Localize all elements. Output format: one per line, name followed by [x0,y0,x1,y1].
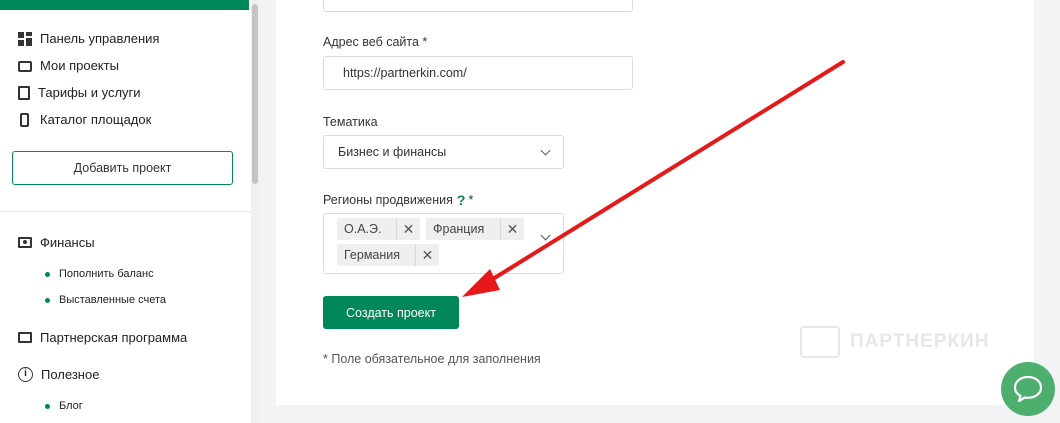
theme-select[interactable]: Бизнес и финансы [323,135,564,169]
money-icon [18,237,32,248]
sidebar-top-bar [0,0,249,10]
regions-label: Регионы продвижения ? * [323,192,473,208]
help-question-icon[interactable]: ? [457,192,466,208]
previous-field-input[interactable] [323,0,633,12]
sidebar-subitem-label: Пополнить баланс [59,268,154,280]
sidebar-subitem-invoices[interactable]: Выставленные счета [45,294,166,306]
sidebar-item-label: Каталог площадок [40,112,152,127]
remove-tag-icon[interactable]: ✕ [500,218,524,240]
chat-bubble-icon [1013,375,1043,403]
theme-select-value: Бизнес и финансы [338,145,447,159]
sidebar-subitem-label: Выставленные счета [59,294,167,306]
sidebar-item-partner[interactable]: Партнерская программа [18,330,187,345]
sidebar-item-dashboard[interactable]: Панель управления [18,31,159,46]
website-label: Адрес веб сайта * [323,35,428,49]
partner-icon [18,332,32,343]
website-input[interactable]: https://partnerkin.com/ [323,56,633,90]
sidebar-item-label: Партнерская программа [40,330,188,345]
info-icon: i [18,367,33,382]
sidebar-scrollbar-thumb[interactable] [252,4,258,184]
sidebar-item-tariffs[interactable]: Тарифы и услуги [18,85,141,100]
region-tag: О.А.Э. ✕ [337,218,420,240]
sidebar-item-label: Панель управления [40,31,160,46]
document-icon [18,85,30,100]
required-note: * Поле обязательное для заполнения [323,352,541,366]
watermark: ПАРТНЕРКИН [800,326,989,358]
sidebar-subitem-label: Блог [59,400,83,412]
watermark-text: ПАРТНЕРКИН [850,331,990,352]
sidebar-item-label: Мои проекты [40,58,119,73]
regions-label-text: Регионы продвижения [323,193,453,207]
chevron-down-icon [540,230,551,241]
add-project-button[interactable]: Добавить проект [12,151,233,185]
sidebar-subitem-top-up[interactable]: Пополнить баланс [45,268,154,280]
sidebar: Панель управления Мои проекты Тарифы и у… [0,0,252,423]
watermark-logo-icon [800,326,840,358]
remove-tag-icon[interactable]: ✕ [415,244,439,266]
required-asterisk: * [468,193,474,207]
region-tag-label: Франция [433,222,485,236]
sidebar-item-label: Финансы [40,235,95,250]
bullet-icon [45,297,50,303]
sidebar-divider [0,211,251,212]
create-project-button[interactable]: Создать проект [323,296,459,329]
region-tag-label: Германия [344,248,401,262]
bullet-icon [45,403,50,409]
inbox-icon [18,61,32,72]
bullet-icon [45,271,50,277]
sidebar-item-catalog[interactable]: Каталог площадок [18,112,151,127]
sidebar-item-label: Тарифы и услуги [38,85,141,100]
sidebar-item-useful[interactable]: i Полезное [18,367,99,382]
chevron-down-icon [540,145,551,156]
dashboard-grid-icon [18,31,32,46]
sidebar-item-finance[interactable]: Финансы [18,235,95,250]
sidebar-item-my-projects[interactable]: Мои проекты [18,58,119,73]
region-tag-label: О.А.Э. [344,222,382,236]
remove-tag-icon[interactable]: ✕ [396,218,420,240]
phone-icon [20,112,29,127]
sidebar-subitem-blog[interactable]: Блог [45,400,83,412]
sidebar-item-label: Полезное [41,367,100,382]
region-tag: Франция ✕ [426,218,524,240]
chat-button[interactable] [1001,362,1055,416]
theme-label: Тематика [323,115,378,129]
region-tag: Германия ✕ [337,244,439,266]
